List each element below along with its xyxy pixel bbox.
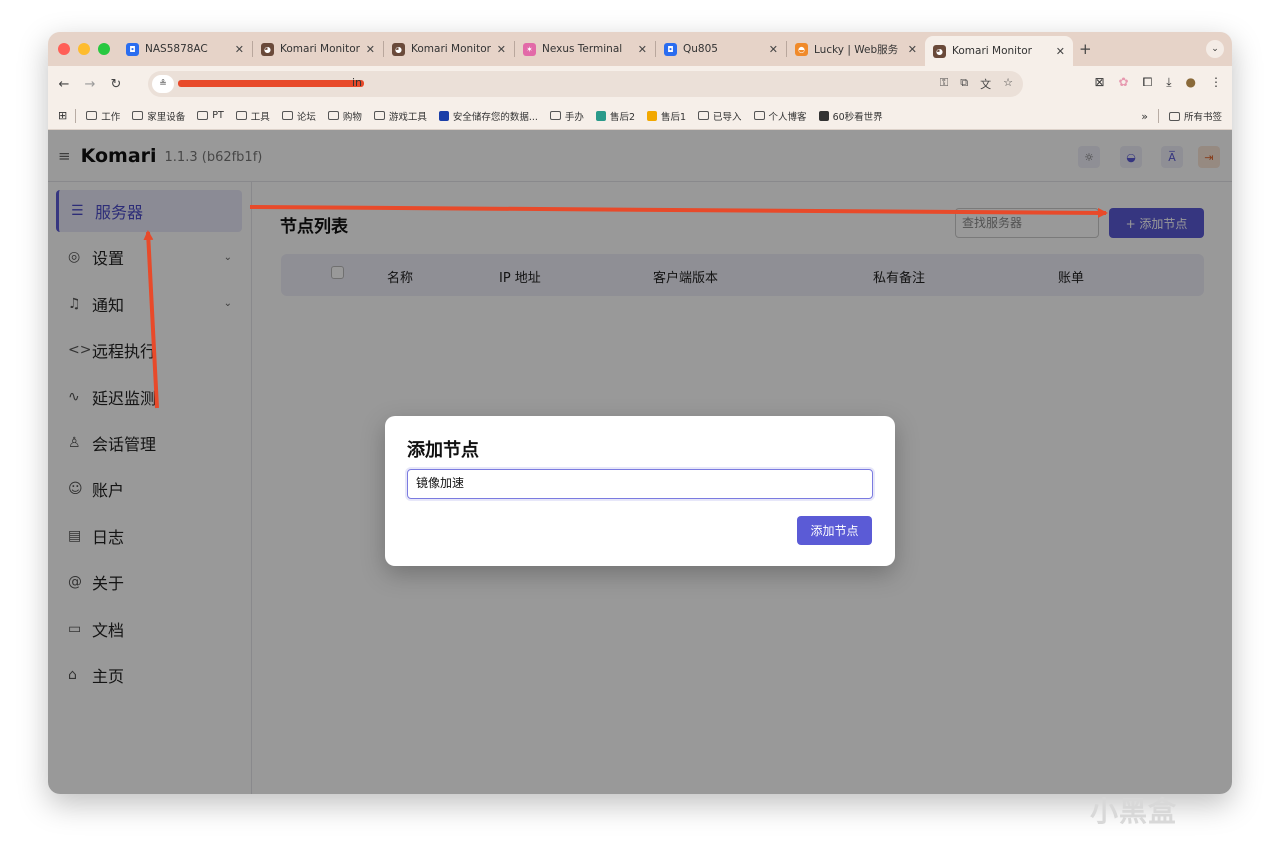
close-tab-icon[interactable]: ✕ [1056,45,1065,58]
folder-icon [549,111,561,120]
bookmark-favicon-icon [646,110,657,121]
bookmark-item[interactable]: 售后1 [646,109,686,123]
bookmark-item[interactable]: 家里设备 [132,109,185,123]
watermark-logo: 小黑盒 [1090,795,1178,828]
extensions-puzzle-icon[interactable]: ⧠ [1143,75,1153,90]
komari-app: ≡ Komari 1.1.3 (b62fb1f) ☼ ◒ A̅ ⇥ ☰ 服务器 ◎ 设… [48,130,1232,794]
bookmark-item[interactable]: 安全储存您的数据... [438,109,538,123]
bookmark-item[interactable]: 论坛 [281,109,316,123]
tab-title: Qu805 [683,43,718,55]
bookmark-favicon-icon [438,110,449,121]
confirm-add-node-button[interactable]: 添加节点 [797,516,872,545]
address-toolbar: ← → ↻ ≗ in ⚿ ⧉ 文 ☆ ⊠ ✿ ⧠ ⤓ ● ⋮ [48,66,1232,102]
close-tab-icon[interactable]: ✕ [497,43,506,56]
all-bookmarks[interactable]: 所有书签 [1168,109,1222,123]
folder-icon [1168,111,1180,121]
menu-kebab-icon[interactable]: ⋮ [1210,75,1222,90]
folder-icon [132,111,144,120]
tab-strip: ◘ NAS5878AC ✕ ◕ Komari Monitor ✕ ◕ Komari Monit… [118,32,925,66]
forward-icon[interactable]: → [80,77,100,92]
reload-icon[interactable]: ↻ [106,77,126,92]
bookmark-item[interactable]: 购物 [327,109,362,123]
site-info-icon[interactable]: ≗ [152,75,174,93]
tab-search-icon[interactable]: ⌄ [1206,40,1224,58]
bookmark-item[interactable]: 工具 [235,109,270,123]
dialog-title: 添加节点 [407,440,479,461]
bookmark-item[interactable]: 60秒看世界 [818,109,883,123]
folder-icon [281,111,293,120]
tab-item[interactable]: ◓ Lucky | Web服务 ✕ [787,32,925,66]
close-tab-icon[interactable]: ✕ [366,43,375,56]
bookmarks-bar: ⊞ 工作 家里设备 PT 工具 论坛 购物 游戏工具 安全储存您的数据... 手办 售后2 售后1 已… [48,102,1232,130]
tab-title: Lucky | Web服务 [814,43,899,56]
tab-item[interactable]: ◕ Komari Monitor ✕ [384,32,514,66]
folder-icon [373,111,385,120]
tab-favicon-icon: ◘ [126,42,139,56]
new-tab-button[interactable]: + [1079,40,1092,58]
translate-icon[interactable]: 文 [980,76,991,92]
key-icon[interactable]: ⚿ [940,76,948,92]
tab-item[interactable]: ◕ Komari Monitor ✕ [253,32,383,66]
folder-icon [698,111,710,120]
close-window-button[interactable] [58,43,70,55]
url-redaction [178,80,364,87]
folder-icon [197,111,209,120]
apps-grid-icon[interactable]: ⊞ [58,109,67,122]
window-controls [58,43,110,55]
profile-avatar-icon[interactable]: ● [1186,75,1196,90]
bookmark-item[interactable]: 已导入 [698,109,742,123]
address-bar[interactable]: ≗ in ⚿ ⧉ 文 ☆ [148,71,1023,97]
bookmark-favicon-icon [595,110,606,121]
zoom-window-button[interactable] [98,43,110,55]
bookmark-star-icon[interactable]: ☆ [1003,76,1013,92]
tab-title: Komari Monitor [952,45,1032,57]
folder-icon [327,111,339,120]
folder-icon [86,111,98,120]
bookmark-item[interactable]: 游戏工具 [373,109,427,123]
tab-title: Komari Monitor [411,43,491,55]
node-name-input[interactable]: 镜像加速 [407,469,873,499]
tab-title: NAS5878AC [145,43,208,55]
tab-title: Nexus Terminal [542,43,623,55]
tab-item[interactable]: ✶ Nexus Terminal ✕ [515,32,655,66]
extension-icon[interactable]: ⊠ [1094,75,1104,90]
close-tab-icon[interactable]: ✕ [235,43,244,56]
bookmark-item[interactable]: PT [197,110,224,121]
add-node-dialog: 添加节点 镜像加速 添加节点 [385,416,895,566]
bookmark-favicon-icon [818,110,829,121]
tab-favicon-icon: ◕ [261,42,274,56]
tab-item[interactable]: ◘ NAS5878AC ✕ [118,32,252,66]
bookmark-item[interactable]: 个人博客 [753,109,807,123]
tab-favicon-icon: ◕ [933,44,946,58]
close-tab-icon[interactable]: ✕ [908,43,917,56]
cast-icon[interactable]: ⧉ [960,76,968,92]
extension-cat-icon[interactable]: ✿ [1119,75,1129,90]
tab-favicon-icon: ◓ [795,42,808,56]
browser-window: ◘ NAS5878AC ✕ ◕ Komari Monitor ✕ ◕ Komari Monit… [48,32,1232,794]
tab-active[interactable]: ◕ Komari Monitor ✕ [925,36,1073,66]
bookmark-item[interactable]: 手办 [549,109,584,123]
close-tab-icon[interactable]: ✕ [769,43,778,56]
close-tab-icon[interactable]: ✕ [638,43,647,56]
back-icon[interactable]: ← [54,77,74,92]
folder-icon [235,111,247,120]
bookmark-item[interactable]: 工作 [86,109,120,123]
tab-favicon-icon: ◕ [392,42,405,56]
download-icon[interactable]: ⤓ [1166,75,1171,90]
tab-item[interactable]: ◘ Qu805 ✕ [656,32,786,66]
minimize-window-button[interactable] [78,43,90,55]
tab-bar: ◘ NAS5878AC ✕ ◕ Komari Monitor ✕ ◕ Komari Monit… [48,32,1232,66]
bookmarks-more-button[interactable]: » [1141,110,1148,123]
bookmark-item[interactable]: 售后2 [595,109,635,123]
folder-icon [753,111,765,120]
tab-title: Komari Monitor [280,43,360,55]
tab-favicon-icon: ◘ [664,42,677,56]
url-text: in [352,76,363,89]
tab-favicon-icon: ✶ [523,42,536,56]
